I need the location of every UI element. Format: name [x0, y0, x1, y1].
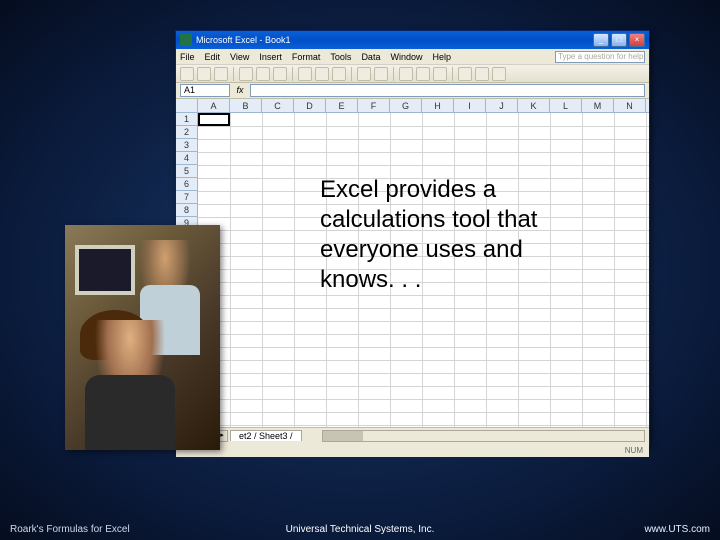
menu-view[interactable]: View — [230, 52, 249, 62]
zoom-icon[interactable] — [475, 67, 489, 81]
horizontal-scrollbar[interactable] — [322, 430, 645, 442]
name-box[interactable]: A1 — [180, 84, 230, 97]
footer-left: Roark's Formulas for Excel — [10, 524, 130, 535]
footer-center: Universal Technical Systems, Inc. — [286, 524, 435, 535]
menu-format[interactable]: Format — [292, 52, 321, 62]
copy-icon[interactable] — [315, 67, 329, 81]
person-shape — [85, 320, 175, 440]
col-header[interactable]: E — [326, 99, 358, 112]
status-num: NUM — [625, 446, 643, 455]
col-header[interactable]: M — [582, 99, 614, 112]
separator-icon — [233, 67, 234, 81]
column-headers: A B C D E F G H I J K L M N — [198, 99, 649, 113]
row-header[interactable]: 8 — [176, 204, 197, 217]
row-header[interactable]: 2 — [176, 126, 197, 139]
formula-input[interactable] — [250, 84, 645, 97]
menu-data[interactable]: Data — [361, 52, 380, 62]
menu-insert[interactable]: Insert — [259, 52, 282, 62]
new-icon[interactable] — [180, 67, 194, 81]
separator-icon — [452, 67, 453, 81]
menu-tools[interactable]: Tools — [330, 52, 351, 62]
separator-icon — [393, 67, 394, 81]
excel-icon — [180, 34, 192, 46]
paste-icon[interactable] — [332, 67, 346, 81]
print-icon[interactable] — [239, 67, 253, 81]
col-header[interactable]: K — [518, 99, 550, 112]
undo-icon[interactable] — [357, 67, 371, 81]
formula-bar: A1 fx — [176, 83, 649, 99]
save-icon[interactable] — [214, 67, 228, 81]
slide-footer: Roark's Formulas for Excel Universal Tec… — [0, 518, 720, 540]
col-header[interactable]: J — [486, 99, 518, 112]
titlebar: Microsoft Excel - Book1 _ □ × — [176, 31, 649, 49]
col-header[interactable]: B — [230, 99, 262, 112]
slide-body-text: Excel provides a calculations tool that … — [320, 175, 580, 295]
maximize-button[interactable]: □ — [611, 33, 627, 47]
help-search-input[interactable]: Type a question for help — [555, 51, 645, 63]
close-button[interactable]: × — [629, 33, 645, 47]
menu-window[interactable]: Window — [390, 52, 422, 62]
col-header[interactable]: I — [454, 99, 486, 112]
row-header[interactable]: 5 — [176, 165, 197, 178]
sheet-tab[interactable]: et2 / Sheet3 / — [230, 430, 302, 441]
window-buttons: _ □ × — [593, 33, 645, 47]
row-header[interactable]: 3 — [176, 139, 197, 152]
minimize-button[interactable]: _ — [593, 33, 609, 47]
col-header[interactable]: F — [358, 99, 390, 112]
scroll-thumb[interactable] — [323, 431, 363, 441]
menu-file[interactable]: File — [180, 52, 195, 62]
row-header[interactable]: 7 — [176, 191, 197, 204]
col-header[interactable]: N — [614, 99, 646, 112]
separator-icon — [292, 67, 293, 81]
window-title: Microsoft Excel - Book1 — [196, 35, 593, 45]
active-cell[interactable] — [198, 113, 230, 126]
sort-asc-icon[interactable] — [416, 67, 430, 81]
row-header[interactable]: 6 — [176, 178, 197, 191]
col-header[interactable]: H — [422, 99, 454, 112]
sum-icon[interactable] — [399, 67, 413, 81]
col-header[interactable]: C — [262, 99, 294, 112]
row-header[interactable]: 1 — [176, 113, 197, 126]
chart-icon[interactable] — [458, 67, 472, 81]
spell-icon[interactable] — [273, 67, 287, 81]
col-header[interactable]: L — [550, 99, 582, 112]
col-header[interactable]: G — [390, 99, 422, 112]
preview-icon[interactable] — [256, 67, 270, 81]
footer-link[interactable]: www.UTS.com — [644, 524, 710, 535]
row-header[interactable]: 4 — [176, 152, 197, 165]
menu-help[interactable]: Help — [432, 52, 451, 62]
cut-icon[interactable] — [298, 67, 312, 81]
col-header[interactable]: A — [198, 99, 230, 112]
fx-icon[interactable]: fx — [234, 85, 246, 97]
person-shape — [135, 240, 195, 330]
menu-edit[interactable]: Edit — [205, 52, 221, 62]
people-photo — [65, 225, 220, 450]
toolbar-standard — [176, 65, 649, 83]
status-bar: NUM — [176, 443, 649, 457]
open-icon[interactable] — [197, 67, 211, 81]
sheet-tabs: ◂ ‹ › ▸ et2 / Sheet3 / — [176, 427, 649, 443]
monitor-shape — [75, 245, 135, 295]
help-icon[interactable] — [492, 67, 506, 81]
menubar: File Edit View Insert Format Tools Data … — [176, 49, 649, 65]
col-header[interactable]: D — [294, 99, 326, 112]
separator-icon — [351, 67, 352, 81]
sort-desc-icon[interactable] — [433, 67, 447, 81]
select-all-corner[interactable] — [176, 99, 198, 113]
redo-icon[interactable] — [374, 67, 388, 81]
